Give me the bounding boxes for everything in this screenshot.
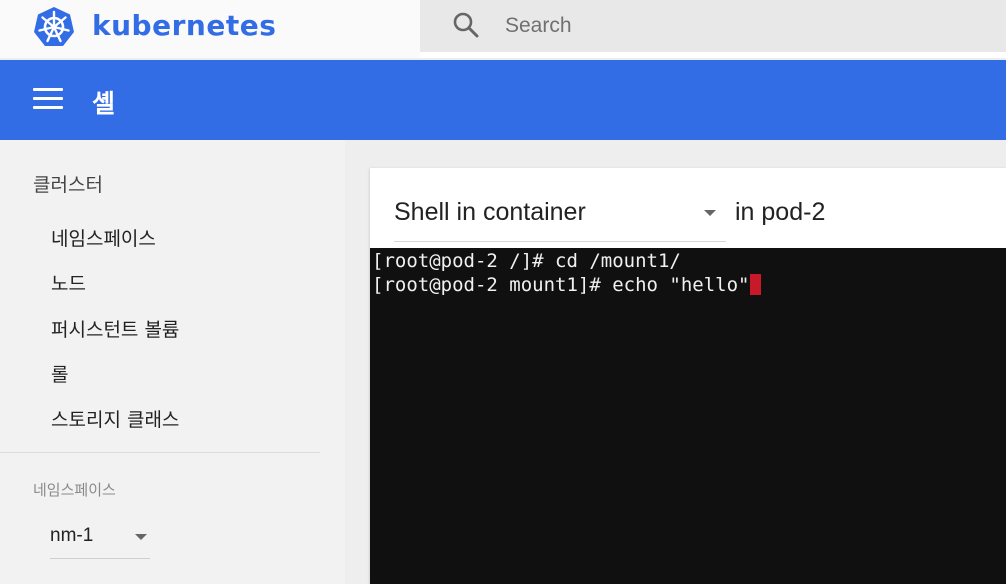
sidebar-divider	[0, 452, 320, 453]
pod-name-label: in pod-2	[735, 198, 826, 226]
sidebar-section-cluster[interactable]: 클러스터	[33, 170, 103, 197]
terminal-line-text: [root@pod-2 /]# cd /mount1/	[372, 250, 681, 272]
container-select-value: Shell in container	[394, 198, 586, 226]
namespace-select[interactable]: nm-1	[50, 517, 150, 559]
terminal-cursor	[749, 274, 761, 295]
hamburger-menu-icon[interactable]	[33, 88, 63, 112]
sidebar-item-nodes[interactable]: 노드	[51, 269, 86, 296]
chevron-down-icon	[704, 210, 716, 216]
namespace-value: nm-1	[50, 525, 94, 546]
sidebar-item-roles[interactable]: 롤	[51, 360, 68, 387]
brand-area[interactable]: kubernetes	[0, 0, 420, 58]
terminal[interactable]	[370, 248, 1006, 584]
search-icon[interactable]	[452, 11, 480, 39]
container-select[interactable]: Shell in container	[394, 184, 726, 242]
brand-name: kubernetes	[92, 9, 277, 42]
sidebar-item-persistent-volumes[interactable]: 퍼시스턴트 볼륨	[51, 315, 179, 342]
search-input[interactable]	[505, 8, 975, 44]
kubernetes-logo-icon	[34, 7, 74, 46]
page-title: 셸	[92, 89, 116, 118]
sidebar-item-storage-classes[interactable]: 스토리지 클래스	[51, 405, 179, 432]
terminal-line-text: [root@pod-2 mount1]# echo "hello"	[372, 274, 750, 296]
chevron-down-icon	[135, 534, 147, 540]
page-toolbar	[0, 60, 1006, 140]
namespace-label: 네임스페이스	[33, 481, 116, 499]
sidebar-item-namespaces[interactable]: 네임스페이스	[51, 224, 156, 251]
terminal-line: [root@pod-2 /]# cd /mount1/	[372, 250, 681, 272]
terminal-line: [root@pod-2 mount1]# echo "hello"	[372, 274, 761, 296]
